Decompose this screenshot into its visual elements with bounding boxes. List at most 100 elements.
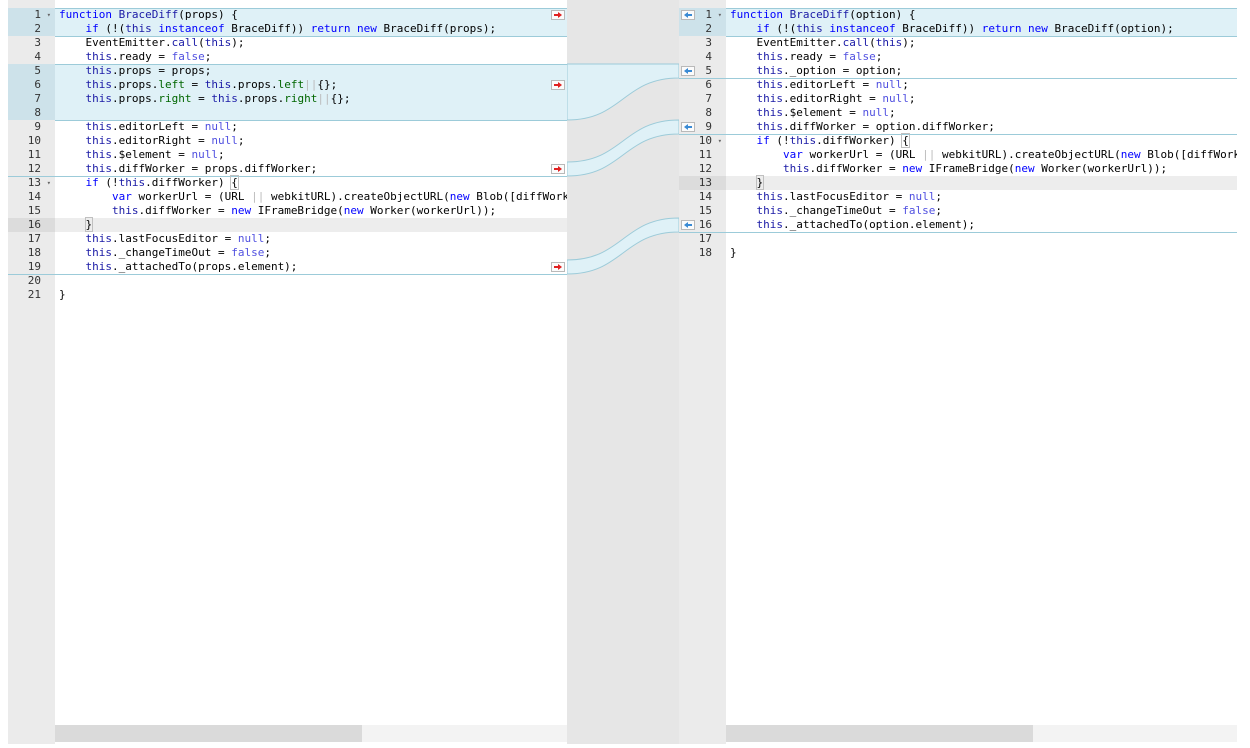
line-number-cell[interactable]: 18	[679, 246, 726, 260]
right-editor[interactable]: 1 ▾ 2 3 4 5 6 7 8 9 10 ▾ 11 12 13 14 15 16 17 18 function B…	[679, 0, 1237, 744]
code-line[interactable]: this.diffWorker = option.diffWorker;	[726, 120, 1237, 134]
code-line[interactable]: this.editorLeft = null;	[55, 120, 567, 134]
code-line[interactable]: this.editorLeft = null;	[726, 78, 1237, 92]
line-number-cell[interactable]: 2	[679, 22, 726, 36]
code-line[interactable]: this.props = props;	[55, 64, 567, 78]
code-line[interactable]: if (!this.diffWorker) {	[726, 133, 1237, 148]
code-token: ;	[888, 106, 896, 119]
code-line[interactable]: this.diffWorker = props.diffWorker;	[55, 162, 567, 176]
line-number-cell[interactable]: 4	[679, 50, 726, 64]
line-number-cell[interactable]: 7	[679, 92, 726, 106]
line-number-cell[interactable]: 4	[8, 50, 55, 64]
line-number-cell[interactable]: 6	[679, 78, 726, 92]
line-number-cell[interactable]: 10	[8, 134, 55, 148]
line-number-cell[interactable]: 3	[8, 36, 55, 50]
fold-toggle-icon[interactable]: ▾	[47, 8, 51, 22]
code-line[interactable]	[55, 274, 567, 288]
code-line[interactable]: EventEmitter.call(this);	[55, 36, 567, 50]
code-line[interactable]: var workerUrl = (URL || webkitURL).creat…	[726, 148, 1237, 162]
code-line[interactable]: this.props.right = this.props.right||{};	[55, 92, 567, 106]
code-line[interactable]: this.$element = null;	[726, 106, 1237, 120]
copy-left-arrow-icon[interactable]	[681, 66, 695, 76]
code-line[interactable]: if (!(this instanceof BraceDiff)) return…	[726, 22, 1237, 36]
copy-left-arrow-icon[interactable]	[681, 10, 695, 20]
left-scrollbar-thumb[interactable]	[55, 725, 363, 742]
line-number-cell[interactable]: 16	[8, 218, 55, 232]
copy-right-arrow-icon[interactable]	[551, 164, 565, 174]
code-line[interactable]: function BraceDiff(option) {	[726, 8, 1237, 22]
code-token: this	[796, 22, 823, 35]
code-line[interactable]: this._attachedTo(props.element);	[55, 260, 567, 274]
code-line[interactable]: this._attachedTo(option.element);	[726, 218, 1237, 232]
copy-right-arrow-icon[interactable]	[551, 80, 565, 90]
code-line[interactable]: this.$element = null;	[55, 148, 567, 162]
line-number-cell[interactable]: 19	[8, 260, 55, 274]
line-number-cell[interactable]: 21	[8, 288, 55, 302]
code-line[interactable]: this.diffWorker = new IFrameBridge(new W…	[726, 162, 1237, 176]
right-code-area[interactable]: function BraceDiff(option) { if (!(this …	[726, 0, 1237, 744]
line-number-cell[interactable]: 14	[8, 190, 55, 204]
line-number-cell[interactable]: 9	[8, 120, 55, 134]
line-number-cell[interactable]: 8	[679, 106, 726, 120]
right-horizontal-scrollbar[interactable]	[726, 725, 1237, 742]
left-editor[interactable]: 1 ▾ 2 3 4 5 6 7 8 9 10 11 12 13 ▾ 14 15 16 17 18 19 20 21 func…	[8, 0, 567, 744]
line-number-cell[interactable]: 17	[679, 232, 726, 246]
code-line[interactable]: EventEmitter.call(this);	[726, 36, 1237, 50]
line-number-cell[interactable]: 12	[8, 162, 55, 176]
line-number-cell[interactable]: 15	[679, 204, 726, 218]
line-number-cell[interactable]: 11	[679, 148, 726, 162]
code-line[interactable]: this.lastFocusEditor = null;	[55, 232, 567, 246]
line-number-cell[interactable]: 13	[679, 176, 726, 190]
code-line[interactable]: this._changeTimeOut = false;	[55, 246, 567, 260]
code-line[interactable]: this.ready = false;	[55, 50, 567, 64]
line-number-cell[interactable]: 17	[8, 232, 55, 246]
line-number-cell[interactable]: 18	[8, 246, 55, 260]
code-line[interactable]: }	[726, 175, 1237, 190]
line-number-cell[interactable]: 8	[8, 106, 55, 120]
code-line[interactable]: if (!(this instanceof BraceDiff)) return…	[55, 22, 567, 36]
left-horizontal-scrollbar[interactable]	[55, 725, 567, 742]
code-line[interactable]	[55, 106, 567, 120]
code-line[interactable]: this._changeTimeOut = false;	[726, 204, 1237, 218]
code-line[interactable]: this.editorRight = null;	[55, 134, 567, 148]
line-number-cell[interactable]: 13 ▾	[8, 176, 55, 190]
line-number-cell[interactable]: 6	[8, 78, 55, 92]
line-number-cell[interactable]: 11	[8, 148, 55, 162]
left-code-area[interactable]: function BraceDiff(props) { if (!(this i…	[55, 0, 567, 744]
line-number-cell[interactable]: 14	[679, 190, 726, 204]
code-line[interactable]: this._option = option;	[726, 64, 1237, 78]
copy-right-arrow-icon[interactable]	[551, 10, 565, 20]
code-line[interactable]: }	[55, 217, 567, 232]
line-number-cell[interactable]: 15	[8, 204, 55, 218]
code-token: webkitURL).createObjectURL(	[935, 148, 1121, 161]
right-scrollbar-thumb[interactable]	[726, 725, 1033, 742]
line-number-cell[interactable]: 3	[679, 36, 726, 50]
copy-left-arrow-icon[interactable]	[681, 122, 695, 132]
code-token: ;	[935, 204, 942, 217]
fold-toggle-icon[interactable]: ▾	[718, 134, 722, 148]
code-line[interactable]: this.props.left = this.props.left||{};	[55, 78, 567, 92]
code-line[interactable]: }	[55, 288, 567, 302]
line-number-cell[interactable]: 2	[8, 22, 55, 36]
code-line[interactable]: if (!this.diffWorker) {	[55, 175, 567, 190]
code-line[interactable]	[726, 232, 1237, 246]
code-token: this	[756, 92, 784, 105]
code-line[interactable]: this.editorRight = null;	[726, 92, 1237, 106]
code-token: (	[198, 36, 205, 49]
code-line[interactable]: this.diffWorker = new IFrameBridge(new W…	[55, 204, 567, 218]
copy-right-arrow-icon[interactable]	[551, 262, 565, 272]
line-number-cell[interactable]: 7	[8, 92, 55, 106]
copy-left-arrow-icon[interactable]	[681, 220, 695, 230]
code-line[interactable]: }	[726, 246, 1237, 260]
line-number-cell[interactable]: 1 ▾	[8, 8, 55, 22]
code-line[interactable]: this.ready = false;	[726, 50, 1237, 64]
fold-toggle-icon[interactable]: ▾	[718, 8, 722, 22]
code-line[interactable]: function BraceDiff(props) {	[55, 8, 567, 22]
fold-toggle-icon[interactable]: ▾	[47, 176, 51, 190]
code-line[interactable]: var workerUrl = (URL || webkitURL).creat…	[55, 190, 567, 204]
line-number-cell[interactable]: 12	[679, 162, 726, 176]
line-number-cell[interactable]: 5	[8, 64, 55, 78]
line-number-cell[interactable]: 10 ▾	[679, 134, 726, 148]
code-line[interactable]: this.lastFocusEditor = null;	[726, 190, 1237, 204]
line-number-cell[interactable]: 20	[8, 274, 55, 288]
